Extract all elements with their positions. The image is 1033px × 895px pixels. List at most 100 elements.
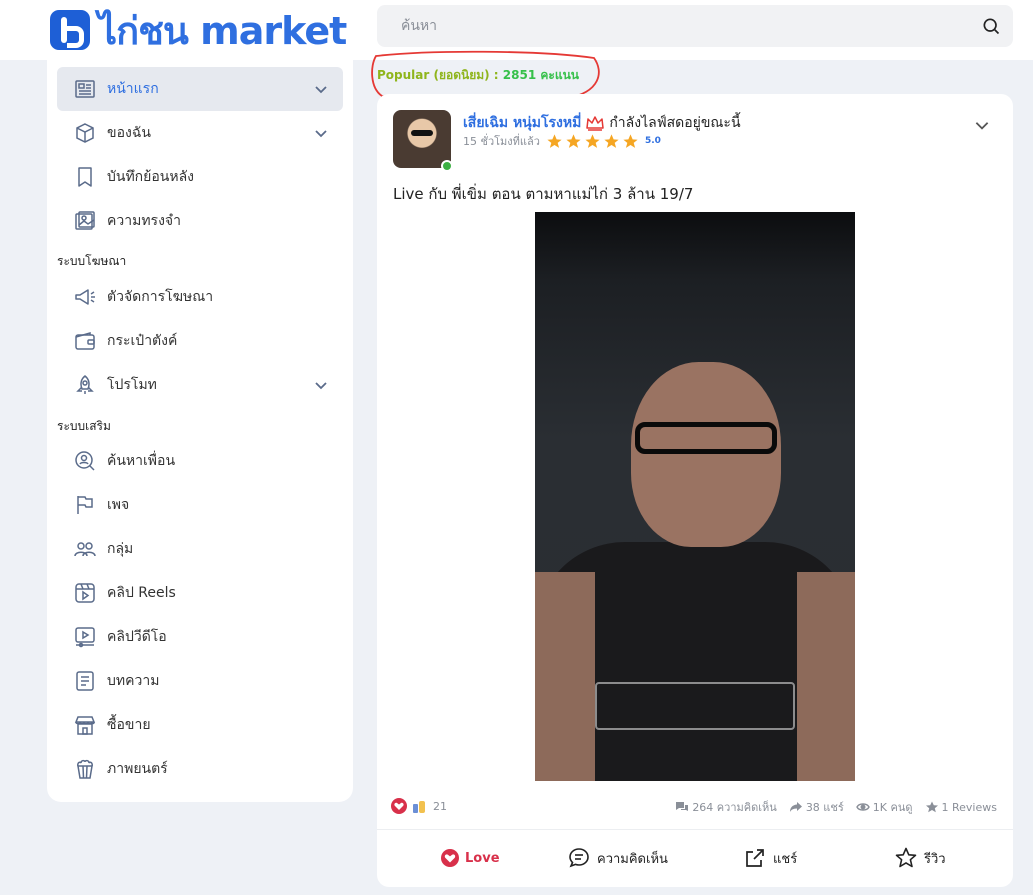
online-indicator (441, 160, 453, 172)
sidebar-item-label: ตัวจัดการโฆษณา (107, 289, 214, 305)
bookmark-icon (78, 167, 92, 187)
review-button[interactable]: รีวิว (894, 846, 946, 870)
sidebar-item-label: หน้าแรก (107, 81, 159, 97)
post-time: 15 ชั่วโมงที่แล้ว (463, 135, 540, 148)
star-small-icon (925, 801, 938, 813)
view-count-text: 1K คนดู (872, 801, 913, 814)
logo[interactable]: ไก่ชน market (50, 8, 347, 53)
sidebar-item-videos[interactable]: คลิปวีดีโอ (57, 615, 343, 659)
chevron-down-icon[interactable] (313, 81, 329, 97)
reaction-count: 21 (433, 799, 447, 813)
megaphone-icon (75, 289, 95, 305)
share-button-label: แชร์ (773, 851, 798, 867)
sidebar-item-groups[interactable]: กลุ่ม (57, 527, 343, 571)
share-count[interactable]: 38 แชร์ (789, 798, 844, 816)
heart-reaction-icon (391, 798, 407, 814)
logo-badge-icon (50, 10, 90, 50)
comment-button-label: ความคิดเห็น (597, 851, 668, 867)
review-button-label: รีวิว (924, 851, 946, 867)
article-icon (76, 671, 94, 691)
logo-text: ไก่ชน market (98, 8, 347, 53)
share-arrow-icon (789, 802, 802, 812)
sidebar-item-promote[interactable]: โปรโมท (57, 363, 343, 407)
section-extra-heading: ระบบเสริม (57, 419, 111, 433)
sidebar-item-history[interactable]: บันทึกย้อนหลัง (57, 155, 343, 199)
newspaper-icon (75, 80, 95, 98)
sidebar-item-home[interactable]: หน้าแรก (57, 67, 343, 111)
section-ads-heading: ระบบโฆษณา (57, 254, 127, 268)
comment-count[interactable]: 264 ความคิดเห็น (675, 798, 777, 816)
sidebar-item-reels[interactable]: คลิป Reels (57, 571, 343, 615)
divider (377, 829, 1013, 830)
sidebar-item-label: บทความ (107, 673, 160, 689)
comment-button[interactable]: ความคิดเห็น (567, 846, 668, 870)
sidebar-item-label: บันทึกย้อนหลัง (107, 169, 194, 185)
sidebar-item-pages[interactable]: เพจ (57, 483, 343, 527)
popcorn-icon (77, 759, 93, 779)
sidebar-item-mine[interactable]: ของฉัน (57, 111, 343, 155)
sidebar-item-wallet[interactable]: กระเป๋าตังค์ (57, 319, 343, 363)
post-caption: Live กับ พี่เขิ่ม ตอน ตามหาแม่ไก่ 3 ล้าน… (393, 185, 694, 203)
sidebar-item-label: ความทรงจำ (107, 213, 181, 229)
sidebar-item-articles[interactable]: บทความ (57, 659, 343, 703)
star-icon (623, 133, 638, 148)
group-icon (74, 542, 96, 557)
shop-icon (74, 716, 96, 735)
sidebar-item-label: ซื้อขาย (107, 717, 151, 733)
review-count[interactable]: 1 Reviews (925, 798, 997, 816)
comment-count-text: 264 ความคิดเห็น (692, 801, 777, 814)
love-button[interactable]: Love (441, 846, 500, 870)
wallet-icon (75, 332, 95, 350)
star-icon (585, 133, 600, 148)
view-count: 1K คนดู (855, 798, 913, 816)
post-options-chevron-icon[interactable] (973, 116, 991, 134)
share-count-text: 38 แชร์ (805, 801, 844, 814)
sidebar: หน้าแรก ของฉัน บันทึกย้อนหลัง ความทรงจำ … (47, 60, 353, 802)
chevron-down-icon[interactable] (313, 125, 329, 141)
sidebar-item-movies[interactable]: ภาพยนตร์ (57, 747, 343, 791)
reaction-summary[interactable]: 21 (391, 798, 447, 814)
author-name[interactable]: เสี่ยเฉิม หนุ่มโรงหมี่ (463, 112, 581, 134)
video-figure-arm (535, 572, 595, 781)
photo-album-icon (75, 211, 95, 230)
live-video[interactable] (535, 212, 855, 781)
reels-icon (75, 583, 95, 603)
avatar[interactable] (393, 110, 451, 168)
star-icon (566, 133, 581, 148)
sidebar-item-label: คลิปวีดีโอ (107, 629, 167, 645)
sidebar-item-label: ค้นหาเพื่อน (107, 453, 176, 469)
video-figure-head (631, 362, 781, 547)
live-status: กำลังไลฟ์สดอยู่ขณะนี้ (609, 115, 741, 131)
external-share-icon (746, 849, 764, 867)
clap-reaction-icon (413, 801, 425, 813)
video-figure-glasses (635, 422, 777, 454)
box-icon (76, 123, 94, 143)
post-card: เสี่ยเฉิม หนุ่มโรงหมี่ กำลังไลฟ์สดอยู่ขณ… (377, 94, 1013, 887)
sidebar-item-ads-manager[interactable]: ตัวจัดการโฆษณา (57, 275, 343, 319)
sidebar-item-label: กระเป๋าตังค์ (107, 333, 178, 349)
sidebar-item-label: ภาพยนตร์ (107, 761, 168, 777)
search-icon[interactable] (981, 16, 1001, 36)
star-outline-icon (895, 847, 917, 868)
flag-icon (77, 496, 93, 514)
sidebar-item-memories[interactable]: ความทรงจำ (57, 199, 343, 243)
sidebar-item-label: กลุ่ม (107, 541, 134, 557)
search-input[interactable] (377, 5, 967, 47)
video-figure-arm (797, 572, 855, 781)
eye-icon (855, 803, 870, 811)
rocket-icon (76, 375, 94, 394)
sidebar-item-label: โปรโมท (107, 377, 157, 393)
review-count-text: 1 Reviews (941, 800, 997, 814)
sidebar-item-find-friends[interactable]: ค้นหาเพื่อน (57, 439, 343, 483)
post-author-line: เสี่ยเฉิม หนุ่มโรงหมี่ กำลังไลฟ์สดอยู่ขณ… (463, 112, 741, 134)
share-button[interactable]: แชร์ (743, 846, 797, 870)
chevron-down-icon[interactable] (313, 377, 329, 393)
crown-icon (586, 116, 605, 131)
video-icon (75, 627, 95, 648)
sidebar-item-label: คลิป Reels (107, 585, 176, 601)
rating-value: 5.0 (644, 136, 661, 146)
sidebar-item-marketplace[interactable]: ซื้อขาย (57, 703, 343, 747)
comment-bubble-icon (569, 848, 589, 868)
star-icon (547, 133, 562, 148)
find-friend-icon (75, 451, 95, 471)
